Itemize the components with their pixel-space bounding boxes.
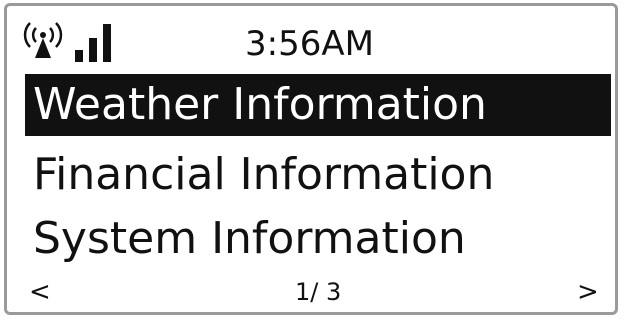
previous-page-button[interactable]: <: [29, 276, 51, 308]
radio-display: 3:56AM Weather Information Financial Inf…: [4, 3, 618, 315]
footer-nav: < 1/ 3 >: [7, 276, 615, 312]
status-bar: 3:56AM: [7, 6, 615, 72]
antenna-icon: [23, 22, 63, 58]
clock-time: 3:56AM: [245, 24, 374, 64]
page-indicator: 1/ 3: [295, 278, 342, 306]
next-page-button[interactable]: >: [577, 276, 599, 308]
menu-item-financial-information[interactable]: Financial Information: [25, 144, 611, 206]
menu-item-weather-information[interactable]: Weather Information: [25, 74, 611, 136]
signal-strength-icon: [75, 24, 111, 62]
menu-item-system-information[interactable]: System Information: [25, 208, 611, 270]
